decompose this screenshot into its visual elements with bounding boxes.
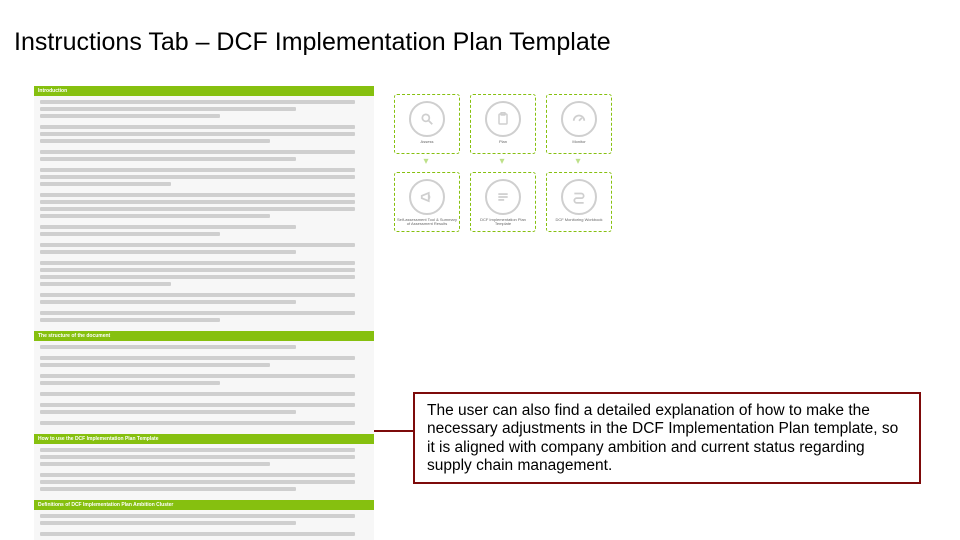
section-body-howto [34, 444, 374, 500]
gauge-icon [561, 101, 597, 137]
clipboard-icon [485, 101, 521, 137]
section-header-intro: Introduction [34, 86, 374, 96]
diagram-box-assessment-tool: Self-assessment Tool & Summary of Assess… [394, 172, 460, 232]
section-body-intro [34, 96, 374, 331]
section-body-structure [34, 341, 374, 434]
doc-page: Introduction [34, 86, 374, 540]
diagram-box-assess: Assess [394, 94, 460, 154]
diagram-box-plan: Plan [470, 94, 536, 154]
arrow-down-icon: ▾ [421, 156, 431, 166]
section-header-howto: How to use the DCF Implementation Plan T… [34, 434, 374, 444]
slide-title: Instructions Tab – DCF Implementation Pl… [14, 28, 611, 57]
diagram-label: Self-assessment Tool & Summary of Assess… [395, 218, 459, 227]
arrow-down-icon: ▾ [573, 156, 583, 166]
diagram-box-plan-template: DCF Implementation Plan Template [470, 172, 536, 232]
section-header-structure: The structure of the document [34, 331, 374, 341]
diagram-box-monitor: Monitor [546, 94, 612, 154]
diagram-label: DCF Implementation Plan Template [471, 218, 535, 227]
callout-leader-line [374, 430, 413, 432]
section-header-definitions: Definitions of DCF Implementation Plan A… [34, 500, 374, 510]
section-body-definitions [34, 510, 374, 540]
search-icon [409, 101, 445, 137]
diagram-label: DCF Monitoring Workbook [547, 218, 611, 222]
diagram-label: Assess [395, 140, 459, 144]
diagram-label: Monitor [547, 140, 611, 144]
list-icon [485, 179, 521, 215]
path-icon [561, 179, 597, 215]
slide: Instructions Tab – DCF Implementation Pl… [0, 0, 960, 540]
megaphone-icon [409, 179, 445, 215]
process-diagram: Assess Plan Monitor ▾ ▾ ▾ S [394, 92, 654, 242]
diagram-box-monitoring-workbook: DCF Monitoring Workbook [546, 172, 612, 232]
callout-box: The user can also find a detailed explan… [413, 392, 921, 484]
arrow-down-icon: ▾ [497, 156, 507, 166]
diagram-label: Plan [471, 140, 535, 144]
callout-text: The user can also find a detailed explan… [427, 402, 898, 474]
